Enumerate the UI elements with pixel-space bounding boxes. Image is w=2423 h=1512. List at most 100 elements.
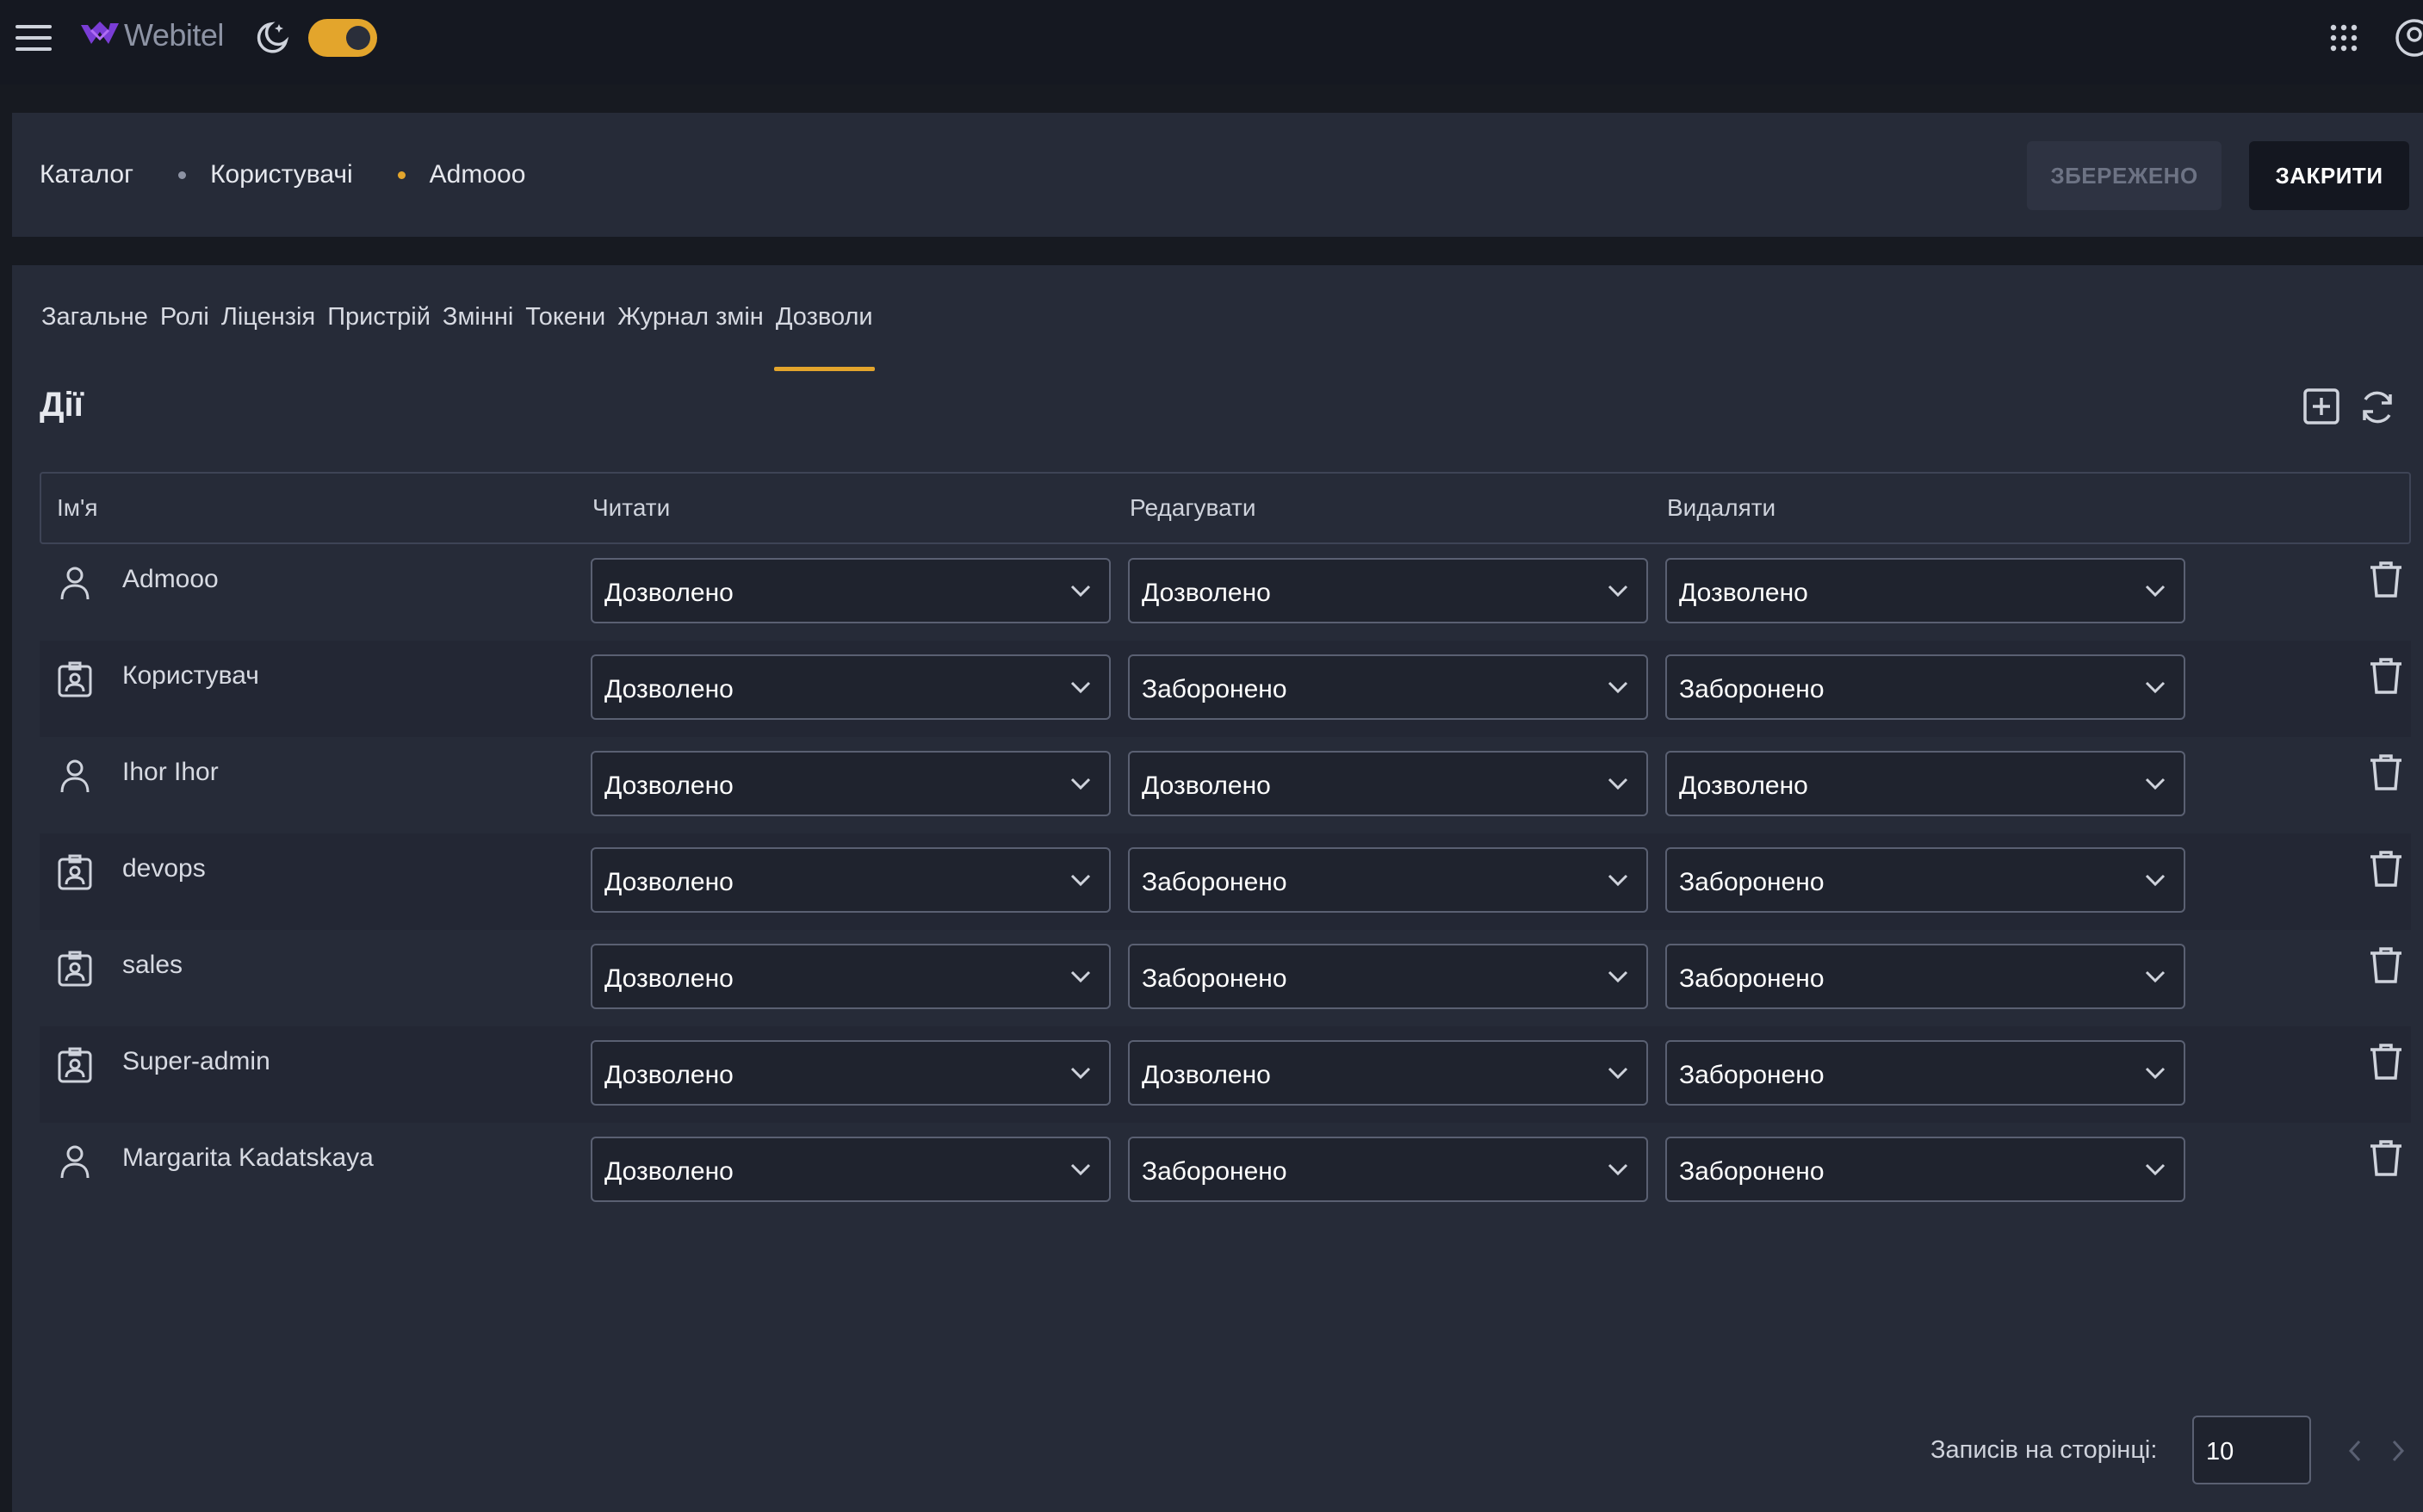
select-value: Дозволено — [1142, 1061, 1271, 1089]
add-icon[interactable] — [2302, 387, 2340, 425]
edit-permission-select[interactable]: Дозволено — [1128, 558, 1648, 623]
read-permission-select[interactable]: Дозволено — [591, 847, 1111, 913]
select-value: Дозволено — [604, 579, 734, 607]
breadcrumb: Каталог Користувачі Admooo — [40, 113, 525, 237]
column-edit: Редагувати — [1130, 494, 1256, 521]
row-name: devops — [122, 854, 206, 883]
role-badge-icon — [55, 949, 95, 988]
per-page-label: Записів на сторінці: — [1930, 1436, 2158, 1464]
read-permission-select[interactable]: Дозволено — [591, 1137, 1111, 1202]
select-value: Дозволено — [604, 1157, 734, 1186]
read-permission-select[interactable]: Дозволено — [591, 558, 1111, 623]
read-permission-select[interactable]: Дозволено — [591, 654, 1111, 720]
per-page-input[interactable]: 10 — [2192, 1416, 2311, 1484]
theme-toggle[interactable] — [308, 19, 377, 57]
edit-permission-select[interactable]: Заборонено — [1128, 847, 1648, 913]
read-permission-select[interactable]: Дозволено — [591, 944, 1111, 1009]
select-value: Дозволено — [604, 1061, 734, 1089]
tab-roles[interactable]: Ролі — [160, 293, 209, 353]
logo-text: Webitel — [124, 17, 224, 53]
table-row: Користувач Дозволено Заборонено Забороне… — [40, 641, 2411, 737]
tab-variables[interactable]: Змінні — [443, 293, 513, 353]
select-value: Заборонено — [1679, 868, 1825, 896]
row-name: Admooo — [122, 565, 219, 593]
row-name: Ihor Ihor — [122, 758, 219, 786]
header-panel: Каталог Користувачі Admooo ЗБЕРЕЖЕНО ЗАК… — [12, 113, 2423, 237]
permissions-table: Ім'я Читати Редагувати Видаляти Admooo Д… — [40, 472, 2411, 1219]
tab-general[interactable]: Загальне — [41, 293, 148, 353]
breadcrumb-users[interactable]: Користувачі — [210, 160, 353, 189]
table-row: Admooo Дозволено Дозволено Дозволено — [40, 544, 2411, 641]
trash-icon[interactable] — [2368, 1138, 2404, 1178]
edit-permission-select[interactable]: Заборонено — [1128, 1137, 1648, 1202]
table-row: Margarita Kadatskaya Дозволено Заборонен… — [40, 1123, 2411, 1219]
breadcrumb-catalog[interactable]: Каталог — [40, 160, 133, 189]
refresh-icon[interactable] — [2358, 387, 2397, 427]
top-bar: Webitel — [0, 0, 2423, 84]
delete-permission-select[interactable]: Дозволено — [1665, 558, 2185, 623]
role-badge-icon — [55, 1045, 95, 1085]
trash-icon[interactable] — [2368, 849, 2404, 889]
tab-changelog[interactable]: Журнал змін — [617, 293, 764, 353]
table-row: devops Дозволено Заборонено Заборонено — [40, 833, 2411, 930]
delete-permission-select[interactable]: Заборонено — [1665, 1137, 2185, 1202]
select-value: Заборонено — [1679, 1061, 1825, 1089]
select-value: Дозволено — [1679, 771, 1808, 800]
tab-tokens[interactable]: Токени — [525, 293, 605, 353]
table-row: Super-admin Дозволено Дозволено Забороне… — [40, 1026, 2411, 1123]
pagination: Записів на сторінці: 10 — [12, 1416, 2423, 1484]
hamburger-icon[interactable] — [15, 22, 52, 53]
trash-icon[interactable] — [2368, 560, 2404, 599]
select-value: Дозволено — [1142, 771, 1271, 800]
row-name: sales — [122, 951, 183, 979]
select-value: Заборонено — [1142, 1157, 1287, 1186]
delete-permission-select[interactable]: Дозволено — [1665, 751, 2185, 816]
close-button[interactable]: ЗАКРИТИ — [2249, 141, 2409, 210]
tab-permissions[interactable]: Дозволи — [773, 293, 875, 371]
delete-permission-select[interactable]: Заборонено — [1665, 847, 2185, 913]
column-read: Читати — [592, 494, 671, 521]
saved-button[interactable]: ЗБЕРЕЖЕНО — [2027, 141, 2222, 210]
account-icon[interactable] — [2394, 17, 2423, 59]
user-icon — [55, 1142, 95, 1181]
edit-permission-select[interactable]: Дозволено — [1128, 751, 1648, 816]
logo-icon — [81, 22, 119, 44]
logo: Webitel — [79, 14, 224, 57]
select-value: Дозволено — [604, 771, 734, 800]
column-name: Ім'я — [57, 494, 98, 521]
table-body: Admooo Дозволено Дозволено Дозволено Кор… — [40, 544, 2411, 1219]
chevron-right-icon[interactable] — [2387, 1438, 2409, 1464]
delete-permission-select[interactable]: Заборонено — [1665, 1040, 2185, 1106]
edit-permission-select[interactable]: Заборонено — [1128, 944, 1648, 1009]
edit-permission-select[interactable]: Дозволено — [1128, 1040, 1648, 1106]
row-name: Користувач — [122, 661, 259, 690]
trash-icon[interactable] — [2368, 945, 2404, 985]
edit-permission-select[interactable]: Заборонено — [1128, 654, 1648, 720]
breadcrumb-separator — [178, 170, 187, 179]
user-icon — [55, 563, 95, 603]
select-value: Заборонено — [1679, 1157, 1825, 1186]
trash-icon[interactable] — [2368, 753, 2404, 792]
tabs: Загальне Ролі Ліцензія Пристрій Змінні Т… — [41, 293, 885, 371]
trash-icon[interactable] — [2368, 1042, 2404, 1081]
breadcrumb-current: Admooo — [429, 160, 526, 189]
delete-permission-select[interactable]: Заборонено — [1665, 944, 2185, 1009]
select-value: Дозволено — [604, 675, 734, 703]
table-header: Ім'я Читати Редагувати Видаляти — [40, 472, 2411, 544]
role-badge-icon — [55, 660, 95, 699]
select-value: Заборонено — [1142, 964, 1287, 993]
select-value: Заборонено — [1679, 675, 1825, 703]
trash-icon[interactable] — [2368, 656, 2404, 696]
apps-grid-icon[interactable] — [2330, 24, 2358, 52]
read-permission-select[interactable]: Дозволено — [591, 751, 1111, 816]
chevron-left-icon[interactable] — [2344, 1438, 2366, 1464]
tab-device[interactable]: Пристрій — [327, 293, 431, 353]
tab-license[interactable]: Ліцензія — [221, 293, 315, 353]
select-value: Дозволено — [604, 964, 734, 993]
read-permission-select[interactable]: Дозволено — [591, 1040, 1111, 1106]
moon-icon — [257, 22, 289, 53]
row-name: Super-admin — [122, 1047, 270, 1075]
select-value: Дозволено — [604, 868, 734, 896]
column-delete: Видаляти — [1667, 494, 1776, 521]
delete-permission-select[interactable]: Заборонено — [1665, 654, 2185, 720]
